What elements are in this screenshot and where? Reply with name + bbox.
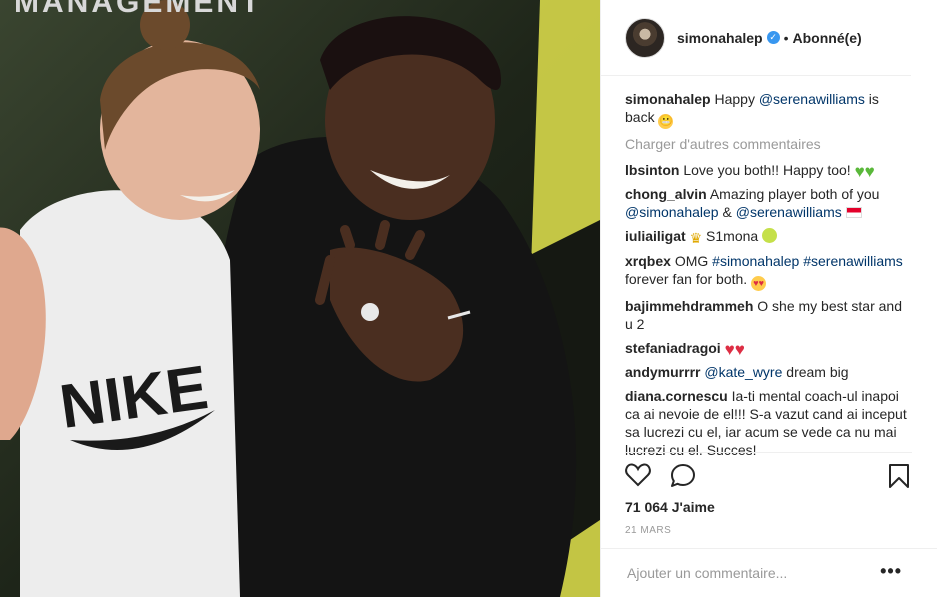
- comment-text: forever fan for both.: [625, 271, 748, 287]
- photo-overlay-text: MANAGEMENT: [14, 0, 263, 19]
- comment-text: Amazing player both of you: [709, 186, 880, 202]
- flag-icon: [845, 207, 862, 218]
- comment-username[interactable]: chong_alvin: [625, 186, 707, 202]
- tennis-ball-icon: [762, 228, 778, 243]
- add-comment-input[interactable]: Ajouter un commentaire...: [627, 565, 787, 581]
- comment-text: S1mona: [706, 228, 759, 244]
- likes-count[interactable]: 71 064 J'aime: [625, 499, 912, 515]
- crown-icon: ♛: [689, 230, 703, 246]
- caption-mention[interactable]: @serenawilliams: [759, 91, 865, 107]
- comment-text: dream big: [782, 364, 849, 380]
- comment: chong_alvin Amazing player both of you @…: [625, 185, 911, 221]
- post-photo[interactable]: NIKE MANAGEMENT: [0, 0, 600, 597]
- load-more-comments-button[interactable]: Charger d'autres commentaires: [625, 135, 911, 153]
- comment-mention[interactable]: @kate_wyre: [704, 364, 782, 380]
- comment-hashtag[interactable]: #simonahalep: [712, 253, 799, 269]
- comment-hashtag[interactable]: #serenawilliams: [803, 253, 903, 269]
- grimacing-emoji-icon: 😬: [658, 114, 674, 129]
- green-heart-icon: ♥♥: [854, 162, 875, 181]
- comment: stefaniadragoi ♥♥: [625, 339, 911, 359]
- post-actions: 71 064 J'aime 21 MARS: [625, 452, 912, 536]
- comment-text: Love you both!! Happy too!: [683, 162, 851, 178]
- red-heart-icon: ♥♥: [724, 340, 745, 359]
- avatar[interactable]: [625, 17, 665, 58]
- header-separator: •: [783, 29, 789, 46]
- heart-icon[interactable]: [625, 463, 651, 487]
- header-username[interactable]: simonahalep: [677, 30, 763, 46]
- caption-username[interactable]: simonahalep: [625, 91, 711, 107]
- comment-mention[interactable]: @simonahalep: [625, 204, 719, 220]
- comment-username[interactable]: andymurrrr: [625, 364, 700, 380]
- comment-username[interactable]: lbsinton: [625, 162, 679, 178]
- bookmark-icon[interactable]: [888, 463, 910, 489]
- photo-illustration: NIKE: [0, 0, 600, 597]
- comment: diana.cornescu Ia-ti mental coach-ul ina…: [625, 387, 911, 459]
- action-icons: [625, 453, 912, 499]
- comment-icon[interactable]: [670, 463, 696, 489]
- more-options-button[interactable]: •••: [880, 561, 902, 582]
- comment: andymurrrr @kate_wyre dream big: [625, 363, 911, 381]
- caption-text: Happy: [714, 91, 759, 107]
- comment: xrqbex OMG #simonahalep #serenawilliams …: [625, 252, 911, 291]
- comment-username[interactable]: xrqbex: [625, 253, 671, 269]
- comment-text: &: [718, 204, 736, 220]
- comment-username[interactable]: iuliailigat: [625, 228, 686, 244]
- comment-username[interactable]: bajimmehdrammeh: [625, 298, 753, 314]
- comment-username[interactable]: stefaniadragoi: [625, 340, 721, 356]
- caption: simonahalep Happy @serenawilliams is bac…: [625, 90, 911, 129]
- post-header: simonahalep ✓ • Abonné(e): [601, 0, 911, 76]
- comment-text: OMG: [674, 253, 709, 269]
- verified-icon: ✓: [766, 31, 780, 44]
- comment: lbsinton Love you both!! Happy too! ♥♥: [625, 161, 911, 181]
- heart-eyes-emoji-icon: ♥♥: [751, 276, 767, 291]
- follow-status-button[interactable]: Abonné(e): [793, 30, 862, 46]
- comment-mention[interactable]: @serenawilliams: [736, 204, 842, 220]
- post-side-panel: simonahalep ✓ • Abonné(e) simonahalep Ha…: [600, 0, 937, 597]
- comment-username[interactable]: diana.cornescu: [625, 388, 728, 404]
- comment: iuliailigat ♛ S1mona: [625, 227, 911, 246]
- instagram-post: NIKE MANAGEMENT simonahalep ✓ • Abonné(e…: [0, 0, 937, 597]
- add-comment-bar: Ajouter un commentaire... •••: [601, 548, 937, 598]
- comment: bajimmehdrammeh O she my best star and u…: [625, 297, 911, 333]
- comments-list: simonahalep Happy @serenawilliams is bac…: [601, 76, 937, 459]
- post-date[interactable]: 21 MARS: [625, 525, 912, 536]
